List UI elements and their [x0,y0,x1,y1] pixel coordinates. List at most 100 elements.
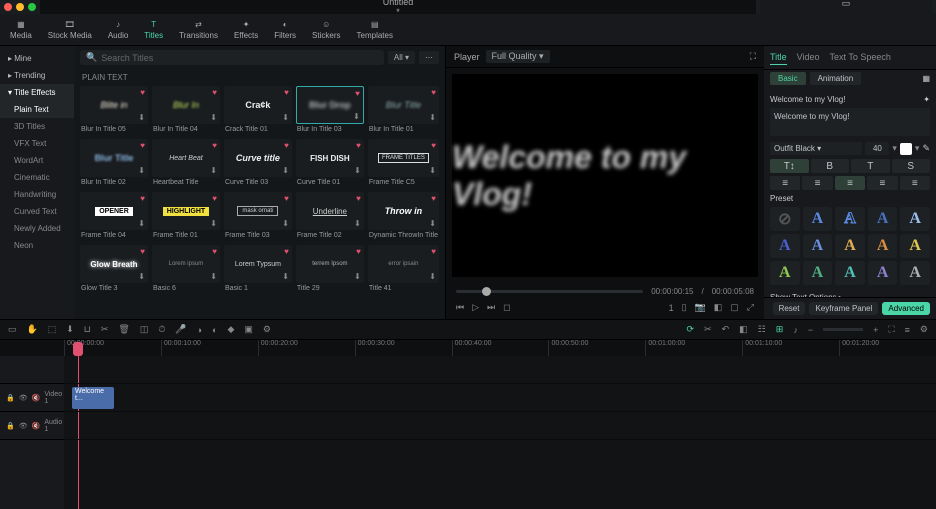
heart-icon[interactable]: ♥ [212,88,217,97]
tl-zoomout-icon[interactable]: − [808,325,813,335]
align-btn-1[interactable]: ≡ [802,176,832,190]
lane-0[interactable] [64,356,936,384]
magnet-icon[interactable]: ⊔ [84,324,91,335]
subtab-animation[interactable]: Animation [810,72,862,85]
compare-icon[interactable]: ▯ [682,302,687,313]
thumb-frame-title-04[interactable]: OPENER♥⬇Frame Title 04 [80,192,148,241]
download-icon[interactable]: ⬇ [138,166,145,175]
thumb-frame-title-c5[interactable]: FRAME TITLES♥⬇Frame Title C5 [368,139,439,188]
sidebar-3d-titles[interactable]: 3D Titles [0,118,74,135]
thumb-frame-title-03[interactable]: mask ornati♥⬇Frame Title 03 [224,192,292,241]
thumb-heartbeat-title[interactable]: Heart Beat♥⬇Heartbeat Title [152,139,220,188]
crop-icon[interactable]: ◫ [140,324,149,335]
thumb-blur-in-title-01[interactable]: Blur Title♥⬇Blur In Title 01 [368,86,439,135]
ribbon-effects[interactable]: ✦Effects [232,16,260,43]
expand-icon[interactable]: ⤢ [747,302,754,313]
voiceover-icon[interactable]: 🎤 [175,324,186,335]
quality-select[interactable]: Full Quality ▾ [486,50,550,63]
thumb-frame-title-01[interactable]: HIGHLIGHT♥⬇Frame Title 01 [152,192,220,241]
heart-icon[interactable]: ♥ [431,141,436,150]
heart-icon[interactable]: ♥ [431,247,436,256]
preset-2[interactable]: A [835,207,865,231]
style-btn-1[interactable]: B [811,159,850,173]
lane-1[interactable]: Welcome t... [64,384,936,412]
sidebar-trending[interactable]: ▸ Trending [0,67,74,84]
group-icon[interactable]: ▣ [244,324,253,335]
thumb-title-41[interactable]: error ipsain♥⬇Title 41 [368,245,439,294]
tl-mark-icon[interactable]: ◧ [739,324,748,335]
thumb-basic-6[interactable]: Lorem ipsum♥⬇Basic 6 [152,245,220,294]
preset-13[interactable]: A [868,261,898,285]
align-btn-2[interactable]: ≡ [835,176,865,190]
keyframe-icon[interactable]: ◆ [227,324,234,335]
stop-icon[interactable]: ◻ [503,302,510,313]
track-head-spacer[interactable] [0,356,64,384]
prev-frame-icon[interactable]: ⏮ [456,302,464,313]
download-icon[interactable]: ⬇ [282,272,289,281]
text-input[interactable]: Welcome to my Vlog! [770,108,930,136]
more-icon[interactable]: ⋯ [419,51,439,64]
sidebar-handwriting[interactable]: Handwriting [0,186,74,203]
thumb-blur-in-title-02[interactable]: Blur Title♥⬇Blur In Title 02 [80,139,148,188]
render-icon[interactable]: ⟳ [687,324,695,335]
adjust-icon[interactable]: ⚙ [263,324,271,335]
thumb-frame-title-02[interactable]: Underline♥⬇Frame Title 02 [296,192,364,241]
heart-icon[interactable]: ♥ [431,194,436,203]
ribbon-titles[interactable]: TTitles [142,16,165,43]
minimize-icon[interactable]: ▭ [841,0,851,9]
preset-9[interactable]: A [900,234,930,258]
preset-3[interactable]: A [868,207,898,231]
align-btn-3[interactable]: ≡ [867,176,897,190]
sidebar-title-effects[interactable]: ▾ Title Effects [0,84,74,101]
download-icon[interactable]: ⬇ [282,219,289,228]
preset-1[interactable]: A [803,207,833,231]
heart-icon[interactable]: ♥ [356,247,361,256]
download-icon[interactable]: ⬇ [354,166,361,175]
color-swatch[interactable] [900,143,912,155]
heart-icon[interactable]: ♥ [140,247,145,256]
thumb-crack-title-01[interactable]: Cra¢k♥⬇Crack Title 01 [224,86,292,135]
download-icon[interactable]: ⬇ [210,272,217,281]
tab-title[interactable]: Title [770,50,787,65]
preset-5[interactable]: A [770,234,800,258]
align-btn-0[interactable]: ≡ [770,176,800,190]
tab-text-to-speech[interactable]: Text To Speech [830,50,891,65]
heart-icon[interactable]: ♥ [212,194,217,203]
sidebar-neon[interactable]: Neon [0,237,74,254]
preset-10[interactable]: A [770,261,800,285]
preset-6[interactable]: A [803,234,833,258]
heart-icon[interactable]: ♥ [284,88,289,97]
grid-icon[interactable]: ▦ [922,74,930,83]
cut-icon[interactable]: ✂ [101,324,109,335]
thumb-blur-in-title-05[interactable]: Blite in♥⬇Blur In Title 05 [80,86,148,135]
heart-icon[interactable]: ♥ [284,141,289,150]
sidebar-newly-added[interactable]: Newly Added [0,220,74,237]
tl-auto-icon[interactable]: ⊞ [776,324,784,335]
download-icon[interactable]: ⬇ [210,219,217,228]
download-icon[interactable]: ⬇ [282,166,289,175]
ribbon-stock-media[interactable]: 🎞Stock Media [46,16,94,43]
download-icon[interactable]: ⬇ [210,166,217,175]
ribbon-audio[interactable]: ♪Audio [106,16,130,43]
heart-icon[interactable]: ♥ [140,88,145,97]
download-icon[interactable]: ⬇ [282,113,289,122]
preset-14[interactable]: A [900,261,930,285]
thumb-glow-title-3[interactable]: Glow Breath♥⬇Glow Title 3 [80,245,148,294]
mark-in-icon[interactable]: ◧ [714,302,723,313]
marker-icon[interactable]: ⬇ [66,324,74,335]
sidebar-cinematic[interactable]: Cinematic [0,169,74,186]
filter-all[interactable]: All ▾ [388,51,415,64]
tl-zoomin-icon[interactable]: + [873,325,878,335]
hand-icon[interactable]: ✋ [27,324,38,335]
track-head-Audio 1[interactable]: 🔒👁🔇Audio 1 [0,412,64,440]
keyframe-button[interactable]: Keyframe Panel [809,302,878,315]
ribbon-transitions[interactable]: ⇄Transitions [177,16,220,43]
heart-icon[interactable]: ♥ [212,141,217,150]
pointer-icon[interactable]: ▭ [8,324,17,335]
font-size[interactable]: 40 [865,142,889,155]
timeline-ruler[interactable]: 00:00:00:0000:00:10:0000:00:20:0000:00:3… [0,340,936,356]
sidebar-plain-text[interactable]: Plain Text [0,101,74,118]
eyedropper-icon[interactable]: ✎ [922,143,930,154]
tl-fit-icon[interactable]: ⛶ [888,324,894,335]
tl-settings-icon[interactable]: ⚙ [920,324,928,335]
